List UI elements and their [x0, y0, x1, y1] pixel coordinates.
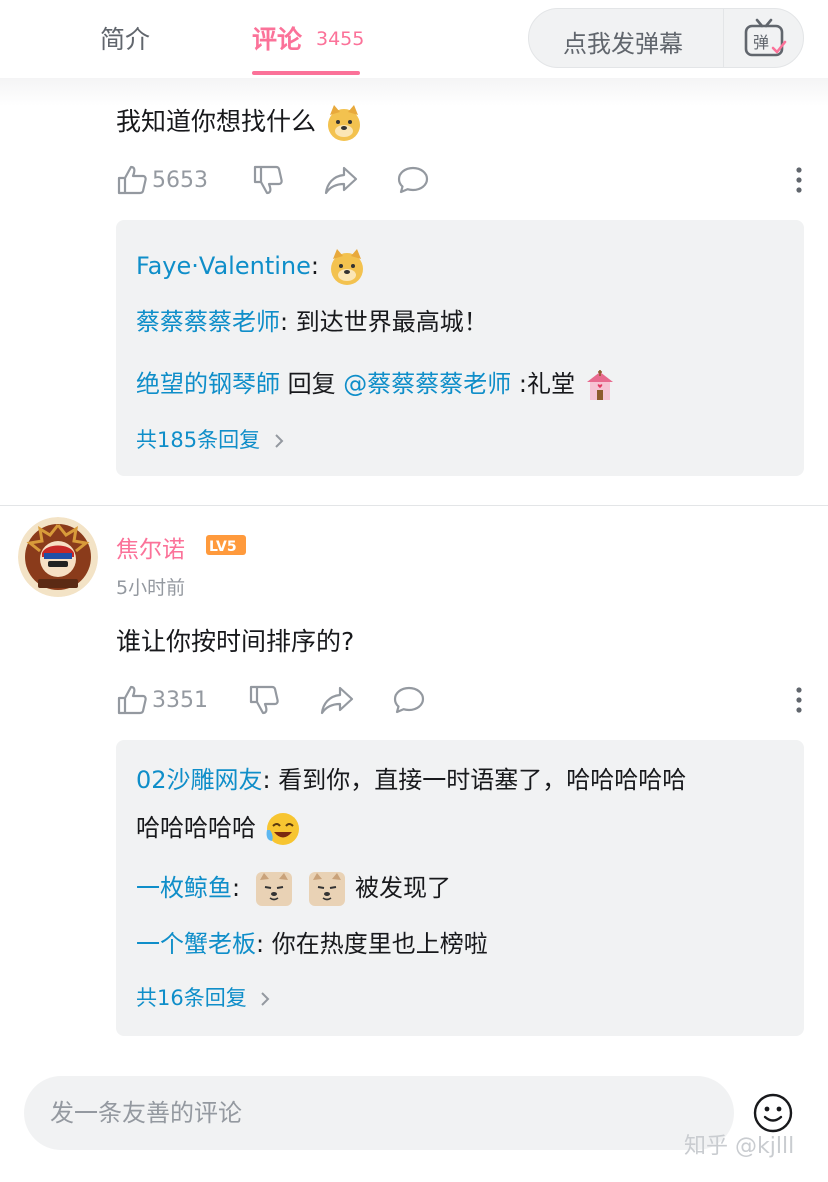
reply-item: 02沙雕网友: 看到你，直接一时语塞了，哈哈哈哈哈 哈哈哈哈哈	[136, 756, 786, 852]
chapel-emoji-icon	[586, 370, 613, 400]
reply-mention[interactable]: @蔡蔡蔡蔡老师	[343, 370, 511, 398]
level-badge-icon: LV5	[206, 535, 246, 555]
reply-text: 你在热度里也上榜啦	[264, 930, 488, 958]
tab-intro[interactable]: 简介	[100, 20, 150, 56]
reply-preview-box[interactable]: 02沙雕网友: 看到你，直接一时语塞了，哈哈哈哈哈 哈哈哈哈哈 一枚鲸鱼: 被发…	[116, 740, 804, 1036]
reply-separator: :	[262, 766, 271, 794]
reply-separator: :	[256, 930, 265, 958]
reply-separator: :	[280, 308, 289, 336]
thumbs-down-icon	[253, 165, 283, 195]
share-button[interactable]	[320, 680, 354, 720]
reply-button[interactable]	[392, 680, 426, 720]
danmaku-icon[interactable]: 弹	[743, 18, 787, 58]
level-badge-text: LV5	[209, 539, 237, 555]
laughing-crying-emoji-icon	[266, 813, 299, 845]
comments-count: 3455	[316, 28, 365, 50]
like-count: 5653	[152, 167, 208, 193]
thumbs-down-icon	[249, 685, 279, 715]
more-icon[interactable]	[792, 162, 806, 198]
reply-separator: :	[310, 252, 319, 280]
comment-2: 谁让你按时间排序的?	[116, 622, 354, 658]
more-icon[interactable]	[792, 682, 806, 718]
danmaku-input[interactable]: 点我发弹幕 弹	[528, 8, 804, 68]
danmaku-icon-label: 弹	[753, 33, 769, 52]
reply-username[interactable]: 蔡蔡蔡蔡老师	[136, 308, 280, 336]
reply-username[interactable]: 一个蟹老板	[136, 930, 256, 958]
reply-item: 绝望的钢琴師 回复 @蔡蔡蔡蔡老师 :礼堂	[136, 360, 786, 408]
comment-1: 我知道你想找什么	[116, 102, 364, 143]
reply-text: 被发现了	[355, 874, 452, 902]
reply-item: Faye·Valentine:	[136, 242, 786, 290]
comment-input[interactable]: 发一条友善的评论	[24, 1076, 734, 1150]
chevron-right-icon	[261, 992, 270, 1006]
reply-keyword: 回复	[280, 370, 344, 398]
like-button[interactable]: 5653	[116, 160, 208, 200]
reply-item: 蔡蔡蔡蔡老师: 到达世界最高城！	[136, 298, 786, 346]
comment-1-actions: 5653	[116, 160, 806, 200]
reply-text: 到达世界最高城！	[288, 308, 488, 336]
reply-text: :礼堂	[511, 370, 575, 398]
more-replies-label: 共16条回复	[136, 986, 247, 1010]
reply-preview-box[interactable]: Faye·Valentine: 蔡蔡蔡蔡老师: 到达世界最高城！ 绝望的钢琴師 …	[116, 220, 804, 476]
reply-separator: :	[232, 874, 241, 902]
tab-comments[interactable]: 评论	[252, 20, 302, 56]
chevron-right-icon	[275, 434, 284, 448]
doge-emoji-icon	[327, 105, 360, 141]
danmaku-placeholder: 点我发弹幕	[563, 30, 683, 58]
thumbs-up-icon	[117, 165, 147, 195]
reply-username[interactable]: 02沙雕网友	[136, 766, 263, 794]
reply-text: 看到你，直接一时语塞了，哈哈哈哈哈	[270, 766, 687, 794]
shiba-emoji-icon	[309, 872, 346, 906]
doge-emoji-icon	[330, 249, 363, 285]
reply-item: 一枚鲸鱼: 被发现了	[136, 864, 786, 912]
reply-button[interactable]	[396, 160, 430, 200]
more-replies-label: 共185条回复	[136, 428, 261, 452]
like-button[interactable]: 3351	[116, 680, 208, 720]
share-icon	[320, 686, 354, 715]
share-button[interactable]	[324, 160, 358, 200]
comment-divider	[0, 505, 828, 506]
reply-text-continued: 哈哈哈哈哈	[136, 814, 256, 842]
reply-icon	[393, 686, 425, 714]
view-more-replies-link[interactable]: 共16条回复	[136, 982, 271, 1012]
reply-item: 一个蟹老板: 你在热度里也上榜啦	[136, 920, 786, 968]
comment-input-bar: 发一条友善的评论 知乎 @kjlll	[0, 1056, 828, 1182]
watermark: 知乎 @kjlll	[684, 1134, 795, 1159]
avatar[interactable]	[18, 517, 98, 597]
view-more-replies-link[interactable]: 共185条回复	[136, 424, 285, 454]
top-tab-bar: 简介 评论 3455 点我发弹幕 弹	[0, 0, 828, 78]
comment-2-text: 谁让你按时间排序的?	[116, 627, 355, 656]
comment-timestamp: 5小时前	[116, 577, 186, 599]
like-count: 3351	[152, 687, 208, 713]
dislike-button[interactable]	[252, 160, 284, 200]
active-tab-indicator	[252, 71, 360, 75]
danmaku-divider	[723, 9, 724, 67]
comment-1-text: 我知道你想找什么	[116, 107, 317, 136]
shiba-emoji-icon	[255, 872, 292, 906]
gryffindor-avatar-image	[18, 517, 98, 597]
reply-icon	[397, 166, 429, 194]
thumbs-up-icon	[117, 685, 147, 715]
share-icon	[324, 166, 358, 195]
reply-username[interactable]: 绝望的钢琴師	[136, 370, 280, 398]
comment-author-name[interactable]: 焦尔诺	[116, 530, 185, 564]
reply-username[interactable]: 一枚鲸鱼	[136, 874, 232, 902]
dislike-button[interactable]	[248, 680, 280, 720]
comment-2-actions: 3351	[116, 680, 806, 720]
reply-username[interactable]: Faye·Valentine	[136, 252, 311, 280]
